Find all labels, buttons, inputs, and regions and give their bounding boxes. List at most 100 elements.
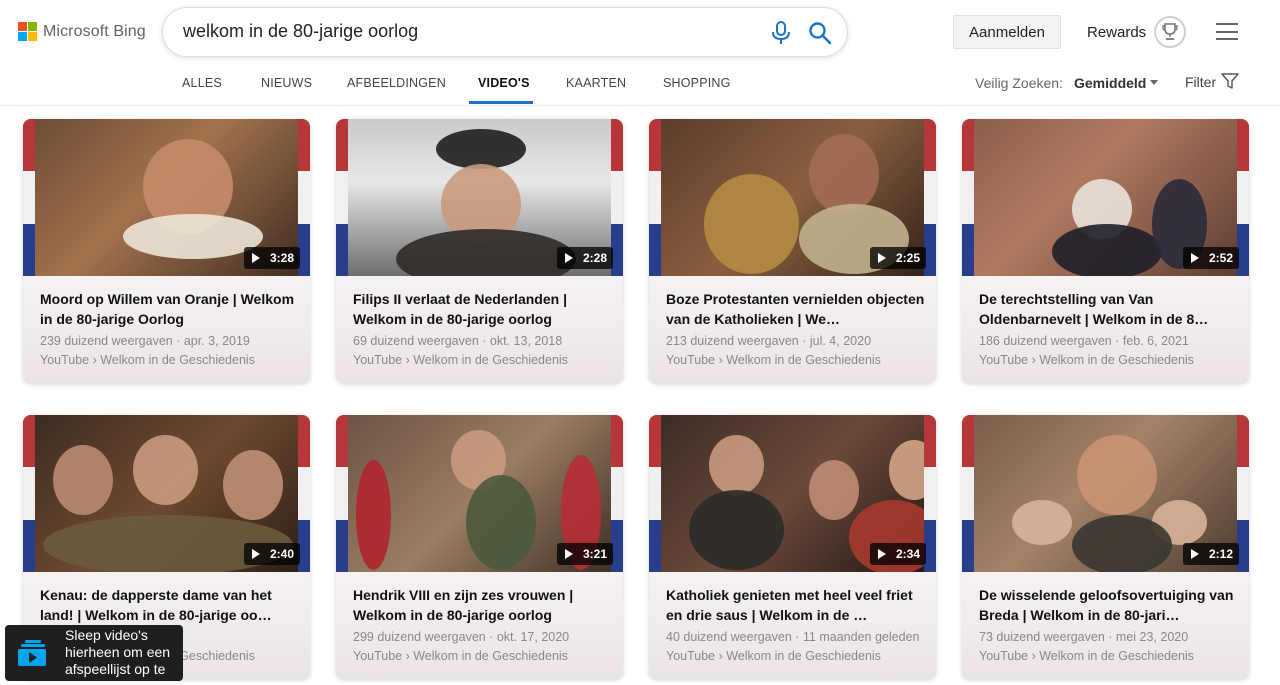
filter-icon[interactable] <box>1221 72 1239 90</box>
video-title-line: Boze Protestanten vernielden objecten <box>666 291 925 307</box>
signin-button[interactable]: Aanmelden <box>953 15 1061 49</box>
video-card[interactable]: 2:12 De wisselende geloofsovertuiging va… <box>962 415 1249 679</box>
video-views: 239 duizend weergaven <box>40 334 173 348</box>
safesearch-dropdown[interactable]: Gemiddeld <box>1074 75 1146 91</box>
video-duration: 2:12 <box>1208 547 1233 561</box>
scene-figure <box>466 475 536 570</box>
tab-images[interactable]: AFBEELDINGEN <box>347 76 446 90</box>
rewards-link[interactable]: Rewards <box>1087 24 1146 41</box>
tab-all[interactable]: ALLES <box>182 76 222 90</box>
video-title[interactable]: Filips II verlaat de Nederlanden | Welko… <box>353 289 615 329</box>
scene-figure <box>356 460 391 570</box>
video-source[interactable]: YouTube › Welkom in de Geschiedenis <box>666 353 881 367</box>
dutch-flag-border <box>336 119 348 276</box>
video-date: mei 23, 2020 <box>1115 630 1189 644</box>
video-title-line: land! | Welkom in de 80-jarige oo… <box>40 607 272 623</box>
video-meta: 186 duizend weergaven · feb. 6, 2021 <box>979 334 1189 348</box>
video-title-line: Moord op Willem van Oranje | Welkom <box>40 291 295 307</box>
video-title[interactable]: Boze Protestanten vernielden objecten va… <box>666 289 928 329</box>
filter-button[interactable]: Filter <box>1185 74 1216 90</box>
video-thumbnail[interactable]: 2:25 <box>649 119 936 276</box>
scene-figure <box>704 174 799 274</box>
chevron-down-icon[interactable] <box>1150 80 1158 85</box>
search-icon[interactable] <box>808 21 832 45</box>
video-duration-badge: 2:12 <box>1182 543 1239 565</box>
video-card[interactable]: 2:28 Filips II verlaat de Nederlanden | … <box>336 119 623 383</box>
video-duration: 2:34 <box>895 547 920 561</box>
video-date: jul. 4, 2020 <box>809 334 872 348</box>
scene-figure <box>1072 515 1172 572</box>
video-source[interactable]: YouTube › Welkom in de Geschiedenis <box>40 353 255 367</box>
tab-news[interactable]: NIEUWS <box>261 76 312 90</box>
video-title[interactable]: Moord op Willem van Oranje | Welkom in d… <box>40 289 302 329</box>
video-title-line: Welkom in de 80-jarige oorlog <box>353 607 552 623</box>
video-duration-badge: 3:28 <box>243 247 300 269</box>
video-title-line: van de Katholieken | We… <box>666 311 841 327</box>
scene-figure <box>1012 500 1072 545</box>
video-info: De wisselende geloofsovertuiging van Bre… <box>962 572 1249 679</box>
video-duration: 3:28 <box>269 251 294 265</box>
video-card[interactable]: 2:25 Boze Protestanten vernielden object… <box>649 119 936 383</box>
video-card[interactable]: 2:52 De terechtstelling van Van Oldenbar… <box>962 119 1249 383</box>
video-source[interactable]: YouTube › Welkom in de Geschiedenis <box>353 649 568 663</box>
search-input[interactable] <box>183 21 743 42</box>
scene-figure <box>1077 435 1157 515</box>
video-views: 299 duizend weergaven <box>353 630 486 644</box>
video-duration: 2:40 <box>269 547 294 561</box>
video-meta: 69 duizend weergaven · okt. 13, 2018 <box>353 334 562 348</box>
video-card[interactable]: 3:21 Hendrik VIII en zijn zes vrouwen | … <box>336 415 623 679</box>
play-icon <box>877 253 886 263</box>
video-duration: 2:52 <box>1208 251 1233 265</box>
mic-icon[interactable] <box>771 21 791 45</box>
video-thumbnail[interactable]: 3:28 <box>23 119 310 276</box>
playlist-drop-hint[interactable]: Sleep video's hierheen om een afspeellij… <box>5 625 183 681</box>
video-meta: 213 duizend weergaven · jul. 4, 2020 <box>666 334 871 348</box>
video-source[interactable]: YouTube › Welkom in de Geschiedenis <box>666 649 881 663</box>
video-thumbnail[interactable]: 3:21 <box>336 415 623 572</box>
meta-separator: · <box>478 334 490 348</box>
dutch-flag-border <box>962 119 974 276</box>
video-title-line: Breda | Welkom in de 80-jari… <box>979 607 1180 623</box>
trophy-icon[interactable] <box>1154 16 1186 48</box>
video-source[interactable]: YouTube › Welkom in de Geschiedenis <box>353 353 568 367</box>
scene-figure <box>709 435 764 495</box>
playlist-hint-text: Sleep video's hierheen om een afspeellij… <box>65 627 171 677</box>
video-views: 40 duizend weergaven <box>666 630 792 644</box>
scene-figure <box>436 129 526 169</box>
video-title-line: Filips II verlaat de Nederlanden | <box>353 291 567 307</box>
video-date: okt. 13, 2018 <box>489 334 563 348</box>
video-title[interactable]: De wisselende geloofsovertuiging van Bre… <box>979 585 1241 625</box>
video-thumbnail[interactable]: 2:28 <box>336 119 623 276</box>
video-thumbnail[interactable]: 2:52 <box>962 119 1249 276</box>
scene-figure <box>809 134 879 214</box>
video-duration-badge: 2:25 <box>869 247 926 269</box>
scene-figure <box>689 490 784 570</box>
playlist-icon <box>18 640 46 666</box>
video-thumbnail[interactable]: 2:40 <box>23 415 310 572</box>
tab-maps[interactable]: KAARTEN <box>566 76 626 90</box>
video-title[interactable]: Kenau: de dapperste dame van het land! |… <box>40 585 302 625</box>
brand-name: Microsoft Bing <box>43 22 146 40</box>
video-title[interactable]: Hendrik VIII en zijn zes vrouwen | Welko… <box>353 585 615 625</box>
video-info: Filips II verlaat de Nederlanden | Welko… <box>336 276 623 383</box>
video-thumbnail[interactable]: 2:34 <box>649 415 936 572</box>
video-source[interactable]: YouTube › Welkom in de Geschiedenis <box>979 353 1194 367</box>
video-thumbnail[interactable]: 2:12 <box>962 415 1249 572</box>
tab-videos[interactable]: VIDEO'S <box>478 76 530 90</box>
video-views: 186 duizend weergaven <box>979 334 1112 348</box>
menu-icon[interactable] <box>1216 23 1238 40</box>
bing-logo[interactable]: Microsoft Bing <box>18 22 146 41</box>
video-meta: 239 duizend weergaven · apr. 3, 2019 <box>40 334 250 348</box>
video-title-line: en drie saus | Welkom in de … <box>666 607 868 623</box>
safesearch-label: Veilig Zoeken: <box>975 75 1063 91</box>
video-title[interactable]: De terechtstelling van Van Oldenbarnevel… <box>979 289 1241 329</box>
tab-shopping[interactable]: SHOPPING <box>663 76 731 90</box>
scene-figure <box>809 460 859 520</box>
video-card[interactable]: 2:34 Katholiek genieten met heel veel fr… <box>649 415 936 679</box>
video-title[interactable]: Katholiek genieten met heel veel friet e… <box>666 585 928 625</box>
dutch-flag-border <box>23 415 35 572</box>
video-source[interactable]: YouTube › Welkom in de Geschiedenis <box>979 649 1194 663</box>
video-date: apr. 3, 2019 <box>183 334 250 348</box>
meta-separator: · <box>798 334 810 348</box>
video-card[interactable]: 3:28 Moord op Willem van Oranje | Welkom… <box>23 119 310 383</box>
